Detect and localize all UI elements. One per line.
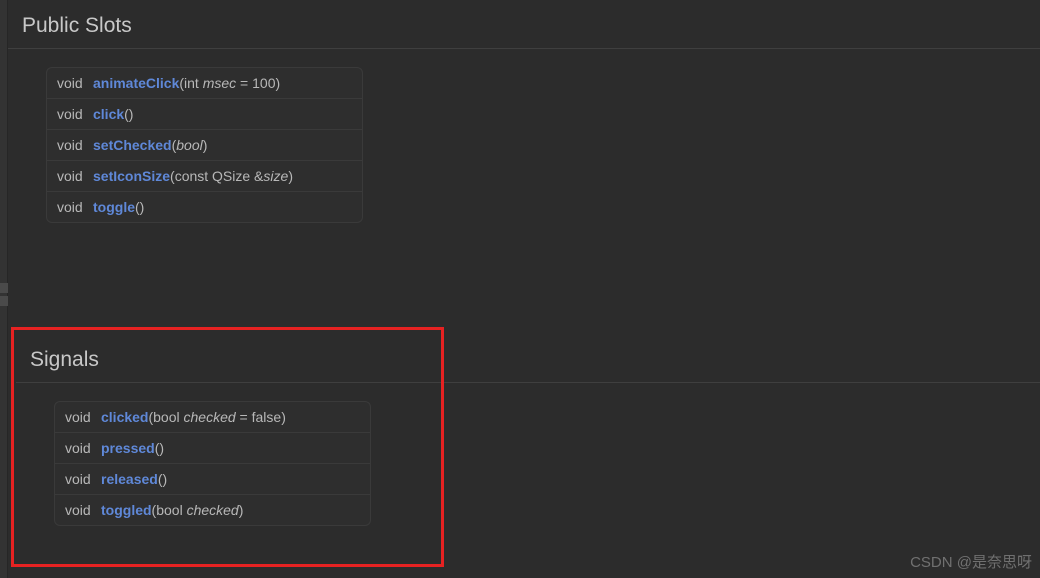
params-post: = 100) — [236, 75, 280, 91]
return-type: void — [57, 106, 93, 122]
params-pre: (bool — [152, 502, 187, 518]
params-ital: checked — [187, 502, 239, 518]
params-ital: msec — [203, 75, 236, 91]
public-slots-section: Public Slots void animateClick(int msec … — [8, 0, 1040, 223]
signature: setIconSize(const QSize &size) — [93, 168, 293, 184]
table-row: void click() — [47, 99, 362, 130]
fn-link-clicked[interactable]: clicked — [101, 409, 148, 425]
params-pre: () — [135, 199, 144, 215]
section-title-public-slots: Public Slots — [8, 0, 1040, 46]
table-row: void setChecked(bool) — [47, 130, 362, 161]
slots-table: void animateClick(int msec = 100) void c… — [46, 67, 363, 223]
fn-link-toggle[interactable]: toggle — [93, 199, 135, 215]
signature: toggled(bool checked) — [101, 502, 243, 518]
params-post: ) — [203, 137, 208, 153]
fn-link-released[interactable]: released — [101, 471, 158, 487]
params-post: = false) — [236, 409, 286, 425]
return-type: void — [65, 471, 101, 487]
table-row: void toggle() — [47, 192, 362, 222]
params-pre: () — [124, 106, 133, 122]
return-type: void — [57, 199, 93, 215]
title-divider — [16, 382, 1040, 383]
signals-section: Signals void clicked(bool checked = fals… — [16, 334, 1040, 526]
watermark: CSDN @是奈思呀 — [910, 551, 1032, 572]
gutter-marker — [0, 283, 8, 293]
fn-link-setChecked[interactable]: setChecked — [93, 137, 172, 153]
gutter-marker — [0, 296, 8, 306]
table-row: void setIconSize(const QSize &size) — [47, 161, 362, 192]
params-ital: checked — [184, 409, 236, 425]
return-type: void — [65, 502, 101, 518]
return-type: void — [57, 75, 93, 91]
section-title-signals: Signals — [16, 334, 1040, 380]
params-pre: () — [158, 471, 167, 487]
signature: animateClick(int msec = 100) — [93, 75, 280, 91]
params-pre: (const QSize & — [170, 168, 263, 184]
fn-link-toggled[interactable]: toggled — [101, 502, 152, 518]
params-ital: size — [263, 168, 288, 184]
fn-link-pressed[interactable]: pressed — [101, 440, 155, 456]
signature: toggle() — [93, 199, 144, 215]
table-row: void clicked(bool checked = false) — [55, 402, 370, 433]
params-post: ) — [288, 168, 293, 184]
params-pre: (int — [179, 75, 202, 91]
table-row: void pressed() — [55, 433, 370, 464]
signature: pressed() — [101, 440, 164, 456]
signature: released() — [101, 471, 167, 487]
signals-table: void clicked(bool checked = false) void … — [54, 401, 371, 526]
params-pre: (bool — [148, 409, 183, 425]
return-type: void — [65, 440, 101, 456]
doc-container: Public Slots void animateClick(int msec … — [8, 0, 1040, 578]
params-ital: bool — [176, 137, 202, 153]
signature: click() — [93, 106, 133, 122]
signature: setChecked(bool) — [93, 137, 207, 153]
return-type: void — [57, 137, 93, 153]
signature: clicked(bool checked = false) — [101, 409, 286, 425]
fn-link-animateClick[interactable]: animateClick — [93, 75, 179, 91]
fn-link-click[interactable]: click — [93, 106, 124, 122]
table-row: void toggled(bool checked) — [55, 495, 370, 525]
fn-link-setIconSize[interactable]: setIconSize — [93, 168, 170, 184]
title-divider — [8, 48, 1040, 49]
return-type: void — [65, 409, 101, 425]
params-pre: () — [155, 440, 164, 456]
table-row: void released() — [55, 464, 370, 495]
table-row: void animateClick(int msec = 100) — [47, 68, 362, 99]
return-type: void — [57, 168, 93, 184]
params-post: ) — [239, 502, 244, 518]
